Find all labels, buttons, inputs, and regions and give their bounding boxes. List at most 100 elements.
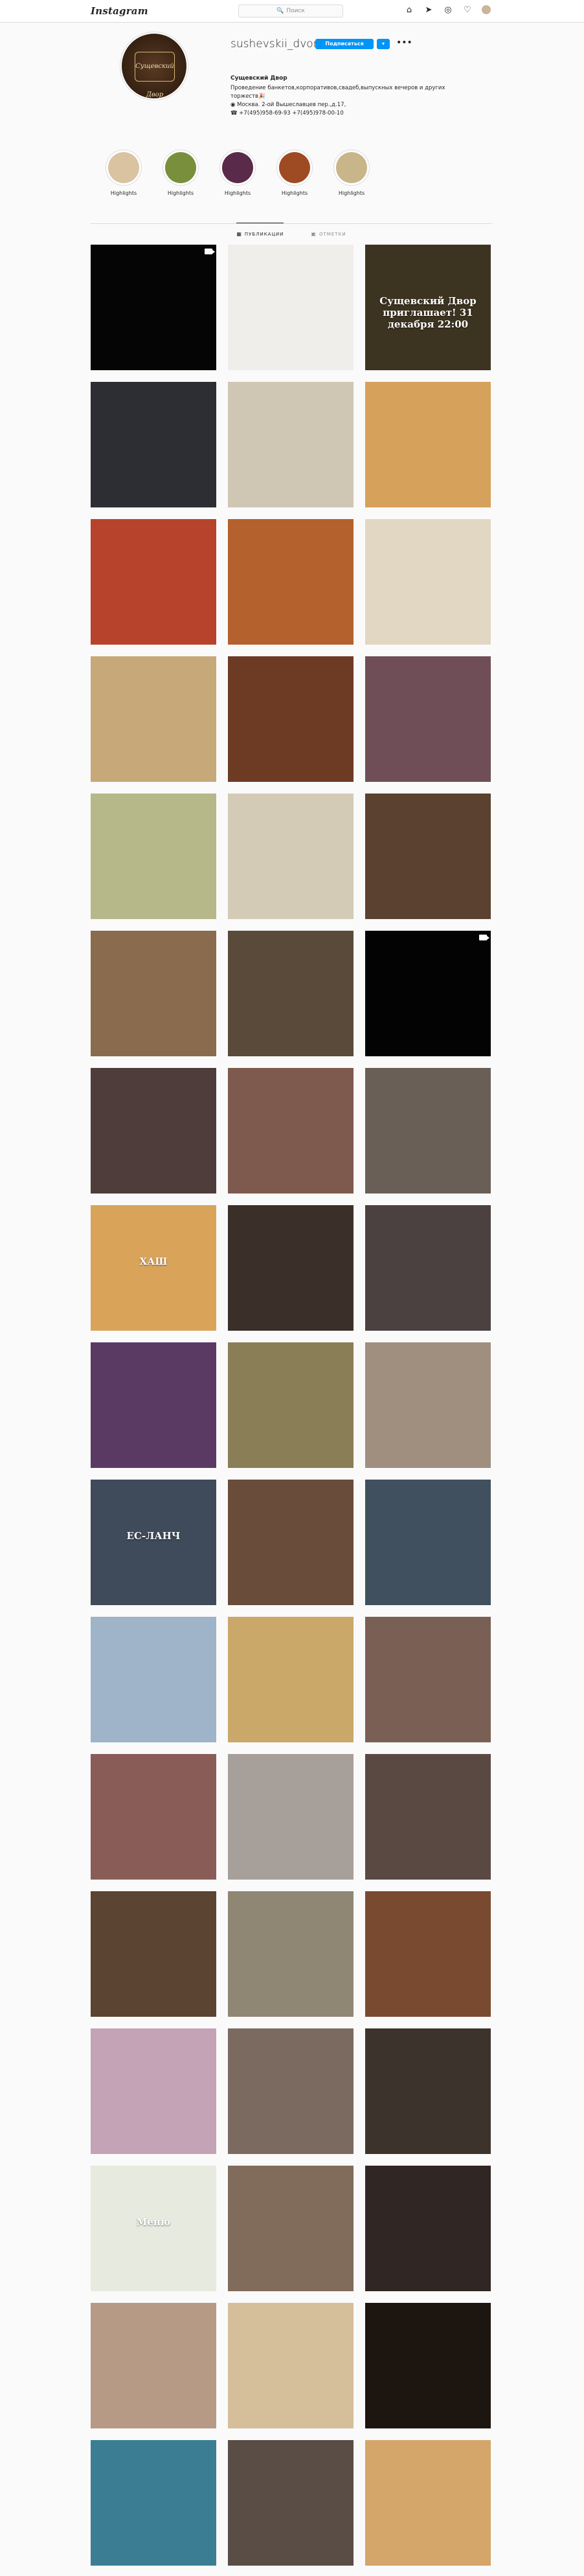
post-thumbnail[interactable] (228, 2166, 354, 2291)
post-thumbnail[interactable] (365, 382, 491, 507)
follow-button[interactable]: Подписаться (315, 39, 374, 49)
tab-posts[interactable]: ▦ ПУБЛИКАЦИИ (236, 223, 284, 239)
post-thumbnail[interactable] (365, 794, 491, 919)
post-thumbnail[interactable] (228, 2303, 354, 2428)
posts-grid: Сущевский Двор приглашает! 31 декабря 22… (91, 245, 493, 2566)
bio-line: торжеств🎉 (230, 93, 265, 100)
bio-line: Проведение банкетов,корпоративов,свадеб,… (230, 85, 445, 91)
post-thumbnail[interactable] (228, 2440, 354, 2566)
post-thumbnail[interactable] (365, 2303, 491, 2428)
post-thumbnail[interactable]: ЕС-ЛАНЧ (91, 1480, 216, 1605)
post-thumbnail[interactable] (365, 1480, 491, 1605)
video-icon (205, 249, 215, 254)
video-icon (479, 935, 489, 940)
post-thumbnail[interactable] (228, 1480, 354, 1605)
grid-icon: ▦ (236, 231, 242, 237)
post-thumbnail[interactable] (91, 1754, 216, 1880)
post-thumbnail[interactable] (91, 656, 216, 782)
post-thumbnail[interactable] (365, 2028, 491, 2154)
post-thumbnail[interactable] (91, 794, 216, 919)
highlight-item[interactable]: Highlights (331, 150, 372, 196)
post-thumbnail[interactable] (91, 245, 216, 370)
highlight-cover (279, 152, 310, 183)
post-thumbnail[interactable] (228, 1617, 354, 1742)
profile-tabs: ▦ ПУБЛИКАЦИИ ▣ ОТМЕТКИ (91, 223, 492, 239)
post-overlay-text: Меню (136, 2215, 171, 2228)
bio-phones: ☎ +7(495)958-69-93 +7(495)978-00-10 (230, 109, 392, 118)
home-icon[interactable]: ⌂ (404, 5, 414, 16)
post-thumbnail[interactable] (365, 2440, 491, 2566)
highlight-cover (336, 152, 367, 183)
post-thumbnail[interactable] (365, 1342, 491, 1468)
post-thumbnail[interactable] (91, 1342, 216, 1468)
profile-full-name: Сущевский Двор (230, 75, 287, 82)
post-thumbnail[interactable] (365, 2166, 491, 2291)
post-thumbnail[interactable] (91, 1891, 216, 2017)
search-input[interactable]: 🔍 Поиск (238, 5, 343, 17)
profile-bio: Проведение банкетов,корпоративов,свадеб,… (230, 84, 445, 118)
post-thumbnail[interactable] (91, 931, 216, 1056)
bio-address-text: Москва. 2-ой Вышеславцев пер.,д.17, (237, 102, 346, 108)
suggested-dropdown-button[interactable]: ▾ (377, 39, 390, 49)
highlight-label: Highlights (167, 190, 194, 196)
post-thumbnail[interactable] (91, 2028, 216, 2154)
post-thumbnail[interactable] (91, 2303, 216, 2428)
post-thumbnail[interactable] (228, 382, 354, 507)
highlight-item[interactable]: Highlights (218, 150, 258, 196)
post-thumbnail[interactable] (228, 1754, 354, 1880)
direct-icon[interactable]: ➤ (423, 5, 434, 16)
post-thumbnail[interactable] (228, 245, 354, 370)
post-thumbnail[interactable]: Сущевский Двор приглашает! 31 декабря 22… (365, 245, 491, 370)
bio-address: ◉ Москва. 2-ой Вышеславцев пер.,д.17, (230, 101, 392, 109)
post-thumbnail[interactable] (228, 1891, 354, 2017)
highlight-item[interactable]: Highlights (104, 150, 144, 196)
bio-phones-text: +7(495)958-69-93 +7(495)978-00-10 (239, 110, 344, 117)
post-thumbnail[interactable] (365, 1617, 491, 1742)
post-thumbnail[interactable] (91, 382, 216, 507)
avatar[interactable] (482, 5, 491, 14)
post-thumbnail[interactable] (365, 656, 491, 782)
highlight-item[interactable]: Highlights (161, 150, 201, 196)
post-thumbnail[interactable] (228, 2028, 354, 2154)
post-thumbnail[interactable]: ХАШ (91, 1205, 216, 1331)
highlight-label: Highlights (224, 190, 251, 196)
story-highlights: Highlights Highlights Highlights Highlig… (104, 150, 372, 196)
post-thumbnail[interactable] (91, 1068, 216, 1194)
instagram-logo[interactable]: Instagram (91, 5, 148, 17)
tab-tagged-label: ОТМЕТКИ (319, 231, 346, 237)
post-thumbnail[interactable] (365, 1891, 491, 2017)
post-thumbnail[interactable] (228, 519, 354, 645)
post-thumbnail[interactable] (91, 2440, 216, 2566)
post-thumbnail[interactable] (365, 519, 491, 645)
heart-icon[interactable]: ♡ (462, 5, 473, 16)
highlight-label: Highlights (338, 190, 365, 196)
more-options-icon[interactable]: ••• (396, 38, 412, 48)
post-thumbnail[interactable] (91, 519, 216, 645)
highlight-label: Highlights (281, 190, 308, 196)
post-thumbnail[interactable] (228, 794, 354, 919)
profile-avatar[interactable]: Сущевский Двор (122, 34, 186, 98)
highlight-cover (108, 152, 139, 183)
post-thumbnail[interactable] (91, 1617, 216, 1742)
explore-icon[interactable]: ◎ (443, 5, 453, 16)
post-thumbnail[interactable] (365, 931, 491, 1056)
post-thumbnail[interactable] (228, 1068, 354, 1194)
post-thumbnail[interactable]: Меню (91, 2166, 216, 2291)
profile-username: sushevskii_dvor (230, 38, 318, 50)
post-thumbnail[interactable] (228, 931, 354, 1056)
search-icon: 🔍 (276, 8, 284, 14)
highlight-item[interactable]: Highlights (275, 150, 315, 196)
avatar-logo-text: Сущевский Двор (135, 52, 175, 98)
post-thumbnail[interactable] (365, 1068, 491, 1194)
post-thumbnail[interactable] (228, 1342, 354, 1468)
phone-icon: ☎ (230, 110, 240, 117)
post-thumbnail[interactable] (228, 656, 354, 782)
top-navigation-bar: Instagram 🔍 Поиск ⌂ ➤ ◎ ♡ (0, 0, 584, 23)
post-overlay-text: Сущевский Двор приглашает! 31 декабря 22… (379, 294, 477, 330)
post-thumbnail[interactable] (365, 1754, 491, 1880)
post-thumbnail[interactable] (228, 1205, 354, 1331)
highlight-cover (222, 152, 253, 183)
post-thumbnail[interactable] (365, 1205, 491, 1331)
tab-tagged[interactable]: ▣ ОТМЕТКИ (311, 223, 346, 239)
search-placeholder: Поиск (286, 8, 305, 14)
